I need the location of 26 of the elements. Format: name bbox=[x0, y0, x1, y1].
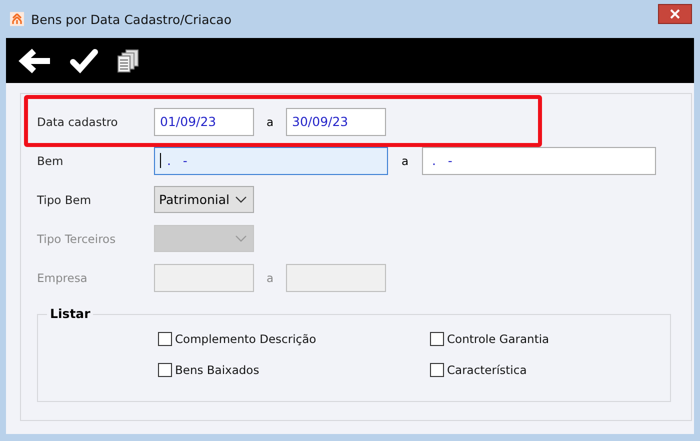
range-separator: a bbox=[400, 154, 410, 168]
field-label: Empresa bbox=[37, 270, 88, 284]
close-button[interactable] bbox=[658, 4, 692, 24]
checkbox[interactable]: Controle Garantia bbox=[430, 332, 670, 346]
checkbox[interactable]: Complemento Descrição bbox=[158, 332, 430, 346]
range-separator: a bbox=[265, 270, 275, 284]
range-separator: a bbox=[265, 114, 275, 128]
group-title: Listar bbox=[47, 306, 94, 321]
checkbox[interactable]: Característica bbox=[430, 363, 670, 377]
field-label: Data cadastro bbox=[37, 114, 119, 128]
chevron-down-icon bbox=[235, 196, 247, 204]
app-icon bbox=[10, 12, 24, 26]
input-field[interactable]: . - bbox=[154, 146, 388, 174]
input-field[interactable]: 30/09/23 bbox=[286, 108, 386, 136]
close-icon bbox=[670, 9, 680, 19]
back-arrow-icon[interactable] bbox=[18, 46, 52, 74]
chevron-down-icon bbox=[235, 234, 247, 242]
checkmark-icon[interactable] bbox=[70, 48, 98, 74]
field-label: Tipo Bem bbox=[37, 192, 92, 206]
checkbox[interactable]: Bens Baixados bbox=[158, 363, 430, 377]
window-title: Bens por Data Cadastro/Criacao bbox=[31, 12, 232, 26]
field-label: Bem bbox=[37, 154, 64, 168]
input-field[interactable]: . - bbox=[422, 146, 656, 174]
dropdown[interactable]: Patrimonial bbox=[154, 186, 254, 213]
input-field[interactable]: 01/09/23 bbox=[154, 108, 254, 136]
field-label: Tipo Terceiros bbox=[37, 232, 117, 246]
